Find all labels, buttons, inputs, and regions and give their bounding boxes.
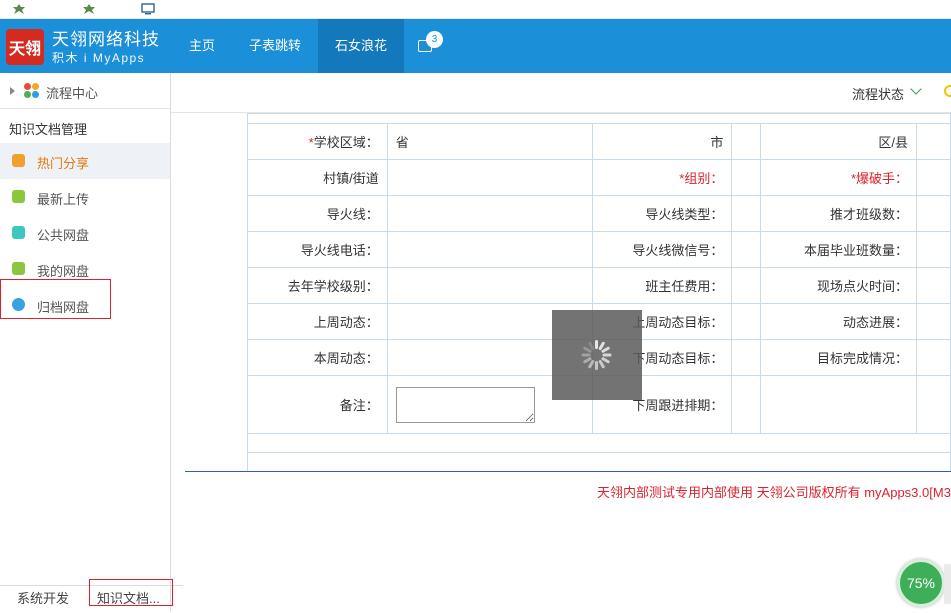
field-class-count[interactable] [916, 195, 951, 232]
label-fuse-wechat: 导火线微信号： [591, 231, 733, 268]
caret-right-icon [10, 87, 15, 95]
label-class-count: 推才班级数： [760, 195, 917, 232]
label-goal-completion: 目标完成情况： [760, 339, 917, 376]
top-strip [0, 0, 951, 19]
loading-spinner [552, 310, 642, 400]
field-group[interactable] [731, 159, 762, 196]
nav-item-shinv-langhua[interactable]: 石女浪花 [318, 19, 405, 73]
field-next-week-schedule[interactable] [731, 375, 762, 434]
empty-cell [760, 375, 917, 434]
side-scroll-handle[interactable] [944, 564, 951, 604]
tab-system-dev[interactable]: 系统开发 [17, 586, 69, 613]
sidebar-item-label: 最新上传 [37, 192, 90, 207]
section-title: 知识文档管理 [9, 122, 88, 137]
highlight-box-archive [0, 279, 111, 319]
form-spacer-row [247, 452, 951, 472]
brand-logo: 天翎 [6, 29, 44, 65]
upload-icon [12, 190, 25, 203]
field-value: 省 [395, 135, 409, 150]
toolbar: 流程状态 [171, 73, 951, 113]
field-fuse-phone[interactable] [386, 231, 593, 268]
label-last-week: 上周动态： [247, 303, 388, 340]
form-label: *学校区域： [247, 123, 388, 160]
footer-divider [185, 471, 951, 472]
tool-icon-1[interactable] [12, 3, 26, 15]
sidebar-item-public-disk[interactable]: 公共网盘 [0, 215, 170, 251]
brand-name: 天翎网络科技 积木 i MyApps [52, 30, 160, 66]
label-this-week: 本周动态： [247, 339, 388, 376]
label-village-street: 村镇/街道 [247, 159, 388, 196]
field-ignition-time[interactable] [916, 267, 951, 304]
message-badge: 3 [426, 31, 444, 48]
sidebar-item-label: 公共网盘 [37, 228, 90, 243]
field-graduating-classes[interactable] [916, 231, 951, 268]
record-form: *学校区域： 省 市 区/县 村镇/街道 *组别： *爆破手： 导火线： 导火线… [247, 113, 951, 472]
field-last-year-level[interactable] [386, 267, 593, 304]
brand-sub: 积木 i MyApps [52, 51, 146, 65]
nav-item-subtable-jump[interactable]: 子表跳转 [232, 19, 318, 73]
form-spacer-row [247, 433, 951, 453]
field-blaster[interactable] [916, 159, 951, 196]
brand-main: 天翎网络科技 [52, 30, 160, 49]
sidebar: 流程中心 知识文档管理 热门分享 最新上传 公共网盘 我的网盘 归档网盘 [0, 73, 171, 612]
label-district: 区/县 [760, 123, 917, 160]
field-goal-completion[interactable] [916, 339, 951, 376]
label-ignition-time: 现场点火时间： [760, 267, 917, 304]
label-school-region: 学校区域： [313, 135, 379, 150]
zoom-level-badge[interactable]: 75% [897, 559, 945, 607]
label-last-year-level: 去年学校级别： [247, 267, 388, 304]
share-icon [12, 154, 25, 167]
field-fuse-type[interactable] [731, 195, 762, 232]
label-graduating-classes: 本届毕业班数量： [760, 231, 917, 268]
empty-cell [916, 375, 951, 434]
label-remarks: 备注： [247, 375, 388, 434]
field-village-street[interactable] [386, 159, 593, 196]
app-header: 天翎 天翎网络科技 积木 i MyApps 主页 子表跳转 石女浪花 3 [0, 19, 951, 73]
tool-icon-2[interactable] [82, 3, 96, 15]
field-last-week-goal[interactable] [731, 303, 762, 340]
monitor-icon[interactable] [141, 3, 155, 15]
chevron-down-icon[interactable] [910, 83, 922, 95]
label-fuse-phone: 导火线电话： [247, 231, 388, 268]
flow-status-button[interactable]: 流程状态 [852, 84, 904, 103]
field-district[interactable] [916, 123, 951, 160]
label-group: *组别： [591, 159, 733, 196]
label-fuse: 导火线： [247, 195, 388, 232]
flow-center-item[interactable]: 流程中心 [0, 73, 170, 109]
field-fuse[interactable] [386, 195, 593, 232]
sidebar-item-hot-share[interactable]: 热门分享 [0, 143, 170, 179]
sidebar-item-label: 我的网盘 [37, 264, 90, 279]
refresh-icon[interactable] [944, 85, 951, 97]
top-nav: 主页 子表跳转 石女浪花 3 [172, 19, 448, 73]
field-next-week-goal[interactable] [731, 339, 762, 376]
my-disk-icon [12, 262, 25, 275]
label-progress: 动态进展： [760, 303, 917, 340]
field-teacher-fee[interactable] [731, 267, 762, 304]
highlight-box-knowledge-tab [89, 579, 173, 606]
field-fuse-wechat[interactable] [731, 231, 762, 268]
remarks-textarea[interactable] [395, 386, 535, 423]
label-blaster: *爆破手： [760, 159, 917, 196]
field-province[interactable]: 省 [386, 123, 593, 160]
flow-center-label: 流程中心 [46, 86, 99, 101]
flow-center-icon [24, 83, 40, 99]
label-city: 市 [591, 123, 733, 160]
sidebar-item-label: 热门分享 [37, 156, 90, 171]
label-fuse-type: 导火线类型： [591, 195, 733, 232]
nav-item-home[interactable]: 主页 [172, 19, 232, 73]
public-disk-icon [12, 226, 25, 239]
field-city[interactable] [731, 123, 762, 160]
message-button[interactable]: 3 [404, 19, 448, 73]
form-top-spacer [247, 113, 951, 124]
footer-copyright: 天翎内部测试专用内部使用 天翎公司版权所有 myApps3.0[M3] [597, 485, 951, 500]
label-teacher-fee: 班主任费用： [591, 267, 733, 304]
field-progress[interactable] [916, 303, 951, 340]
main-content: 流程状态 *学校区域： 省 市 区/县 村镇/街道 *组别： *爆破手： 导火线… [171, 73, 951, 612]
sidebar-item-latest-upload[interactable]: 最新上传 [0, 179, 170, 215]
